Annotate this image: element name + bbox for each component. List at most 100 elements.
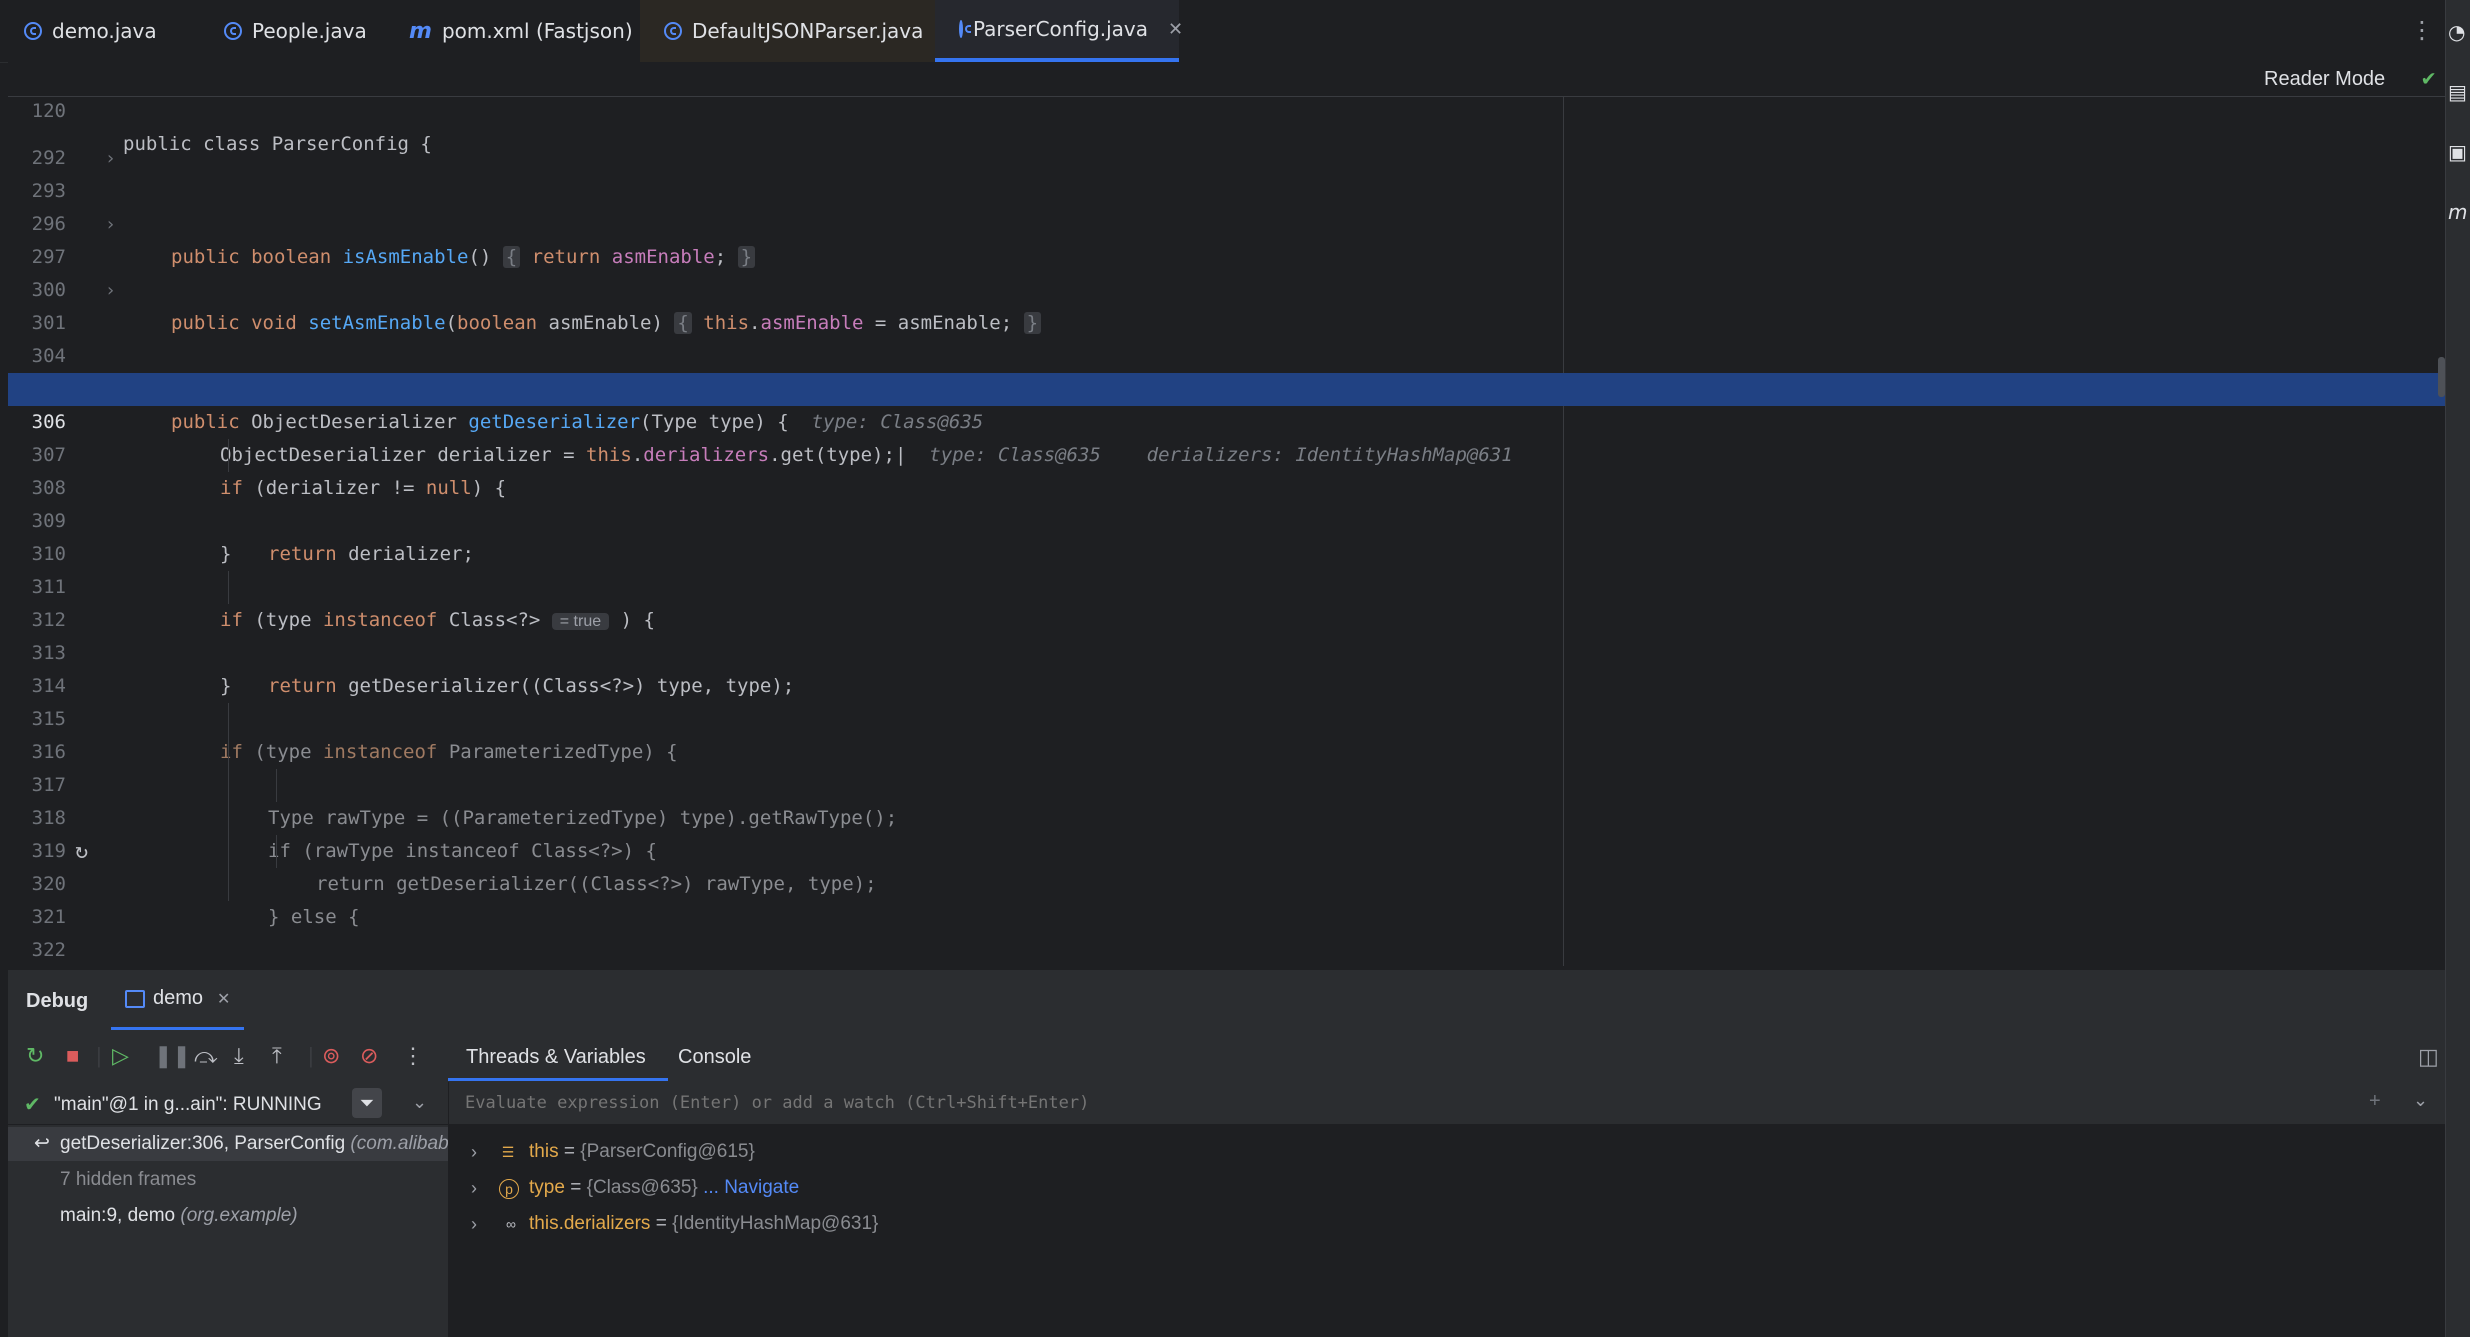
- code-line[interactable]: 304: [8, 307, 2445, 367]
- check-icon: ✔: [2422, 66, 2436, 91]
- fold-expand-icon[interactable]: ›: [105, 208, 116, 241]
- code-line[interactable]: 307 if (derializer != null) {: [8, 406, 2445, 499]
- maven-icon[interactable]: m: [2448, 200, 2467, 224]
- fold-expand-icon[interactable]: ›: [105, 142, 116, 175]
- tab-parserconfig-java[interactable]: ParserConfig.java ✕: [935, 0, 1183, 62]
- separator: |: [96, 1043, 102, 1068]
- maven-icon: m: [409, 18, 432, 44]
- session-tab-label: demo: [153, 987, 204, 1009]
- variable-text: this.derializers = {IdentityHashMap@631}: [529, 1213, 879, 1234]
- field-icon: ☰: [501, 1144, 515, 1160]
- add-watch-icon[interactable]: +: [2369, 1090, 2381, 1113]
- thread-selector[interactable]: ✔ "main"@1 in g...ain": RUNNING ⏷ ⌄: [8, 1082, 448, 1125]
- editor-scrollbar-thumb[interactable]: [2438, 357, 2445, 397]
- variable-text: this = {ParserConfig@615}: [529, 1141, 755, 1162]
- close-icon[interactable]: ✕: [217, 989, 230, 1009]
- view-breakpoints-icon[interactable]: ⊚: [322, 1044, 340, 1068]
- frames-panel: ✔ "main"@1 in g...ain": RUNNING ⏷ ⌄ ↩ ge…: [8, 1082, 449, 1337]
- variable-row[interactable]: › ∞ this.derializers = {IdentityHashMap@…: [449, 1206, 2445, 1242]
- variable-text: type = {Class@635} ... Navigate: [529, 1177, 800, 1198]
- database-icon[interactable]: ▤: [2448, 80, 2467, 104]
- pause-icon[interactable]: ❚❚: [154, 1044, 191, 1068]
- java-class-icon: [24, 22, 42, 40]
- code-line[interactable]: 323: [8, 934, 2445, 994]
- tab-label: pom.xml (Fastjson): [441, 19, 633, 43]
- chevron-right-icon[interactable]: ›: [471, 1134, 477, 1170]
- sticky-header[interactable]: 120 public class ParserConfig { Reader M…: [8, 62, 2445, 155]
- evaluate-expression-input[interactable]: [463, 1092, 2347, 1114]
- separator: |: [308, 1043, 314, 1068]
- step-out-icon[interactable]: ⤒: [272, 1044, 282, 1068]
- code-line[interactable]: 315 if (type instanceof ParameterizedTyp…: [8, 670, 2445, 763]
- debug-title: Debug: [26, 990, 89, 1012]
- session-icon: [125, 989, 145, 1008]
- tab-threads-variables[interactable]: Threads & Variables: [466, 1046, 646, 1069]
- more-options-icon[interactable]: ⋮: [402, 1044, 424, 1068]
- code-line[interactable]: 292: [8, 109, 2445, 169]
- step-into-icon[interactable]: ⤓: [234, 1044, 244, 1068]
- current-execution-line[interactable]: 306 ObjectDeserializer derializer = this…: [8, 373, 2445, 466]
- debug-session-tab[interactable]: demo ✕: [111, 970, 245, 1030]
- variable-row[interactable]: › ☰ this = {ParserConfig@615}: [449, 1134, 2445, 1170]
- code-line[interactable]: 305 public ObjectDeserializer getDeseria…: [8, 340, 2445, 433]
- more-options-icon[interactable]: ⋮: [2410, 16, 2434, 44]
- mute-breakpoints-icon[interactable]: ⊘: [360, 1044, 378, 1068]
- tab-label: DefaultJSONParser.java: [692, 19, 924, 43]
- tab-pom-xml[interactable]: m pom.xml (Fastjson): [385, 0, 640, 62]
- stack-frame[interactable]: main:9, demo (org.example): [8, 1199, 448, 1233]
- code-line[interactable]: 321 }: [8, 868, 2445, 994]
- code-line[interactable]: 313 }: [8, 604, 2445, 697]
- evaluate-bar: + ⌄: [449, 1082, 2445, 1125]
- filter-icon[interactable]: ⏷: [352, 1088, 382, 1118]
- code-line[interactable]: 312 return getDeserializer((Class<?>) ty…: [8, 571, 2445, 697]
- hidden-frames[interactable]: 7 hidden frames: [8, 1163, 448, 1197]
- notifications-icon[interactable]: ◔: [2448, 20, 2465, 44]
- rerun-icon[interactable]: ↻: [26, 1044, 44, 1068]
- recursive-call-icon[interactable]: ↻: [75, 835, 88, 868]
- frame-label: getDeserializer:306, ParserConfig (com.a…: [60, 1133, 448, 1154]
- active-subtab-indicator: [448, 1078, 668, 1081]
- fold-expand-icon[interactable]: ›: [105, 274, 116, 307]
- code-line[interactable]: 311 if (type instanceof Class<?> = true …: [8, 538, 2445, 631]
- stop-icon[interactable]: ■: [66, 1044, 79, 1068]
- return-arrow-icon: ↩: [34, 1133, 50, 1154]
- right-tool-strip: ◔ ▤ ▣ m: [2445, 0, 2470, 1337]
- code-line[interactable]: 319 } else {: [8, 802, 2445, 928]
- tab-people-java[interactable]: People.java: [200, 0, 385, 62]
- code-line[interactable]: 314: [8, 637, 2445, 697]
- code-line[interactable]: 308 return derializer;: [8, 439, 2445, 565]
- step-over-icon[interactable]: ⤼: [194, 1044, 218, 1068]
- code-line[interactable]: 316 Type rawType = ((ParameterizedType) …: [8, 703, 2445, 829]
- layout-settings-icon[interactable]: ◫: [2418, 1044, 2439, 1070]
- code-line[interactable]: 320 ↻ return getDeserializer(rawType);: [8, 835, 2445, 994]
- tab-demo-java[interactable]: demo.java: [0, 0, 200, 62]
- code-line[interactable]: 309 }: [8, 472, 2445, 565]
- code-editor[interactable]: 120 public class ParserConfig { Reader M…: [8, 62, 2445, 994]
- close-icon[interactable]: ✕: [1168, 19, 1183, 40]
- code-line[interactable]: 318 return getDeserializer((Class<?>) ra…: [8, 769, 2445, 895]
- chevron-right-icon[interactable]: ›: [471, 1170, 477, 1206]
- variable-row[interactable]: › p type = {Class@635} ... Navigate: [449, 1170, 2445, 1206]
- tab-defaultjsonparser-java[interactable]: DefaultJSONParser.java: [640, 0, 935, 62]
- navigate-link[interactable]: ... Navigate: [703, 1177, 799, 1198]
- tab-console[interactable]: Console: [678, 1046, 751, 1069]
- chevron-right-icon[interactable]: ›: [471, 1206, 477, 1242]
- variables-panel: + ⌄ › ☰ this = {ParserConfig@615} › p ty…: [449, 1082, 2445, 1337]
- code-line[interactable]: 296: [8, 175, 2445, 235]
- code-line[interactable]: 317 if (rawType instanceof Class<?>) {: [8, 736, 2445, 862]
- code-line[interactable]: 293 › public boolean isAsmEnable() { ret…: [8, 142, 2445, 268]
- code-line[interactable]: 310: [8, 505, 2445, 565]
- chevron-down-icon[interactable]: ⌄: [412, 1092, 427, 1113]
- resume-icon[interactable]: ▷: [112, 1044, 129, 1068]
- chevron-down-icon[interactable]: ⌄: [2413, 1090, 2428, 1111]
- code-line[interactable]: 300: [8, 241, 2445, 301]
- code-line[interactable]: 301 › public IdentityHashMap<Type, Objec…: [8, 274, 2445, 400]
- editor-tab-bar: demo.java People.java m pom.xml (Fastjso…: [0, 0, 2445, 63]
- reader-mode-button[interactable]: Reader Mode: [2264, 68, 2385, 91]
- code-line[interactable]: 322 }: [8, 901, 2445, 994]
- java-class-icon: [224, 22, 242, 40]
- stack-frame[interactable]: ↩ getDeserializer:306, ParserConfig (com…: [8, 1127, 448, 1161]
- database-icon[interactable]: ▣: [2448, 140, 2467, 164]
- debug-title-bar: Debug demo ✕: [8, 970, 2445, 1030]
- code-line[interactable]: 297 › public void setAsmEnable(boolean a…: [8, 208, 2445, 334]
